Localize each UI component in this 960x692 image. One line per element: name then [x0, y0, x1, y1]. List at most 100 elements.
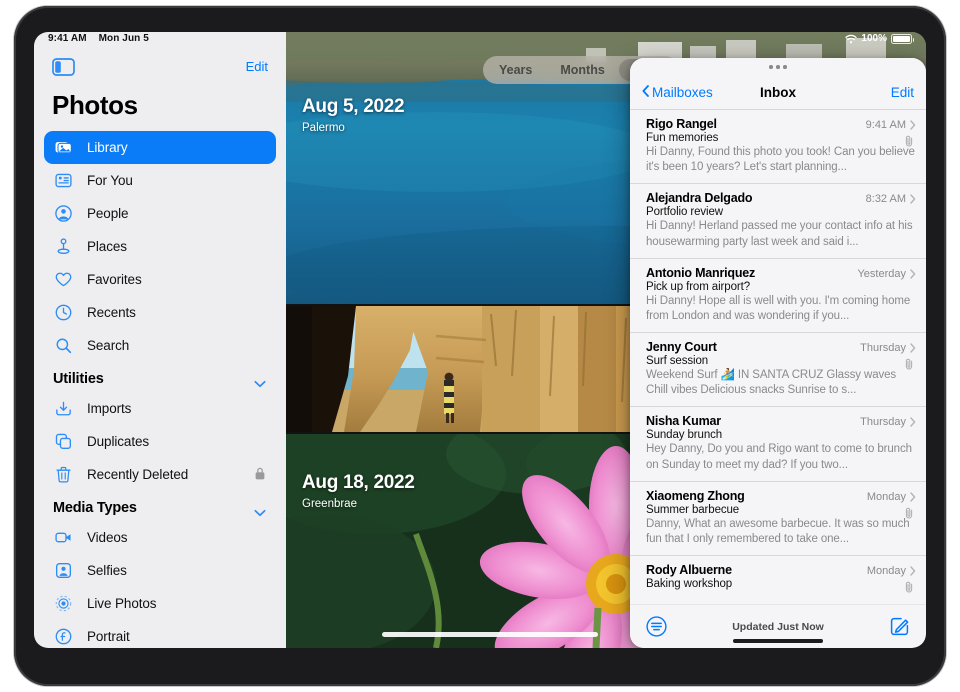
- sidebar-item-selfies[interactable]: Selfies: [44, 554, 276, 587]
- sidebar-item-live-photos[interactable]: Live Photos: [44, 587, 276, 620]
- mail-subject: Baking workshop: [646, 578, 916, 590]
- sidebar-item-for-you[interactable]: For You: [44, 164, 276, 197]
- sidebar-item-favorites[interactable]: Favorites: [44, 263, 276, 296]
- sidebar-item-label: People: [87, 206, 128, 221]
- lock-icon: [255, 467, 265, 480]
- sidebar-item-library[interactable]: Library: [44, 131, 276, 164]
- search-icon: [53, 336, 73, 356]
- sidebar-edit-button[interactable]: Edit: [246, 59, 268, 74]
- sidebar-section-utilities-header[interactable]: Utilities: [34, 362, 286, 392]
- sidebar-item-portrait[interactable]: Portrait: [44, 620, 276, 648]
- mail-edit-button[interactable]: Edit: [891, 85, 914, 100]
- chevron-right-icon: [910, 566, 916, 576]
- attachment-icon: [905, 134, 914, 146]
- screen: Edit Photos: [34, 32, 926, 648]
- sidebar-item-label: Recents: [87, 305, 136, 320]
- mail-subject: Sunday brunch: [646, 429, 916, 441]
- library-icon: [53, 138, 73, 158]
- home-indicator: [382, 632, 598, 637]
- sidebar-section-media-types-header[interactable]: Media Types: [34, 491, 286, 521]
- attachment-icon: [905, 580, 914, 592]
- mail-timestamp: Monday: [867, 491, 906, 503]
- mail-sender: Alejandra Delgado: [646, 191, 752, 205]
- places-pin-icon: [53, 237, 73, 257]
- mail-sender: Rigo Rangel: [646, 117, 717, 131]
- filter-icon[interactable]: [646, 616, 667, 637]
- chevron-down-icon[interactable]: [254, 504, 266, 512]
- mail-slide-over-panel[interactable]: Mailboxes Inbox Edit Rigo Rangel 9:41 AM: [630, 58, 926, 648]
- sidebar-item-places[interactable]: Places: [44, 230, 276, 263]
- sidebar-item-recents[interactable]: Recents: [44, 296, 276, 329]
- mail-sender: Rody Albuerne: [646, 563, 732, 577]
- mail-toolbar: Updated Just Now: [630, 604, 926, 648]
- chevron-right-icon: [910, 194, 916, 204]
- portrait-icon: [53, 627, 73, 647]
- mail-timestamp: Thursday: [860, 416, 906, 428]
- mail-list-item[interactable]: Rody Albuerne Monday Baking workshop: [630, 555, 926, 598]
- sidebar-item-label: Live Photos: [87, 596, 156, 611]
- chevron-right-icon: [910, 343, 916, 353]
- mail-timestamp: 8:32 AM: [866, 193, 906, 205]
- segment-years[interactable]: Years: [485, 59, 546, 81]
- mail-preview: Hey Danny, Do you and Rigo want to come …: [646, 442, 916, 472]
- mail-subject: Surf session: [646, 355, 916, 367]
- mail-list-item[interactable]: Xiaomeng Zhong Monday Summer barbecue Da…: [630, 481, 926, 555]
- segment-months[interactable]: Months: [546, 59, 618, 81]
- mail-list-item[interactable]: Jenny Court Thursday Surf session Weeken…: [630, 332, 926, 406]
- sidebar-media-types-list: Videos Selfies: [34, 521, 286, 648]
- mail-sender: Jenny Court: [646, 340, 717, 354]
- live-photo-icon: [53, 594, 73, 614]
- mail-list-item[interactable]: Nisha Kumar Thursday Sunday brunch Hey D…: [630, 406, 926, 480]
- chevron-down-icon[interactable]: [254, 375, 266, 383]
- sidebar-item-duplicates[interactable]: Duplicates: [44, 425, 276, 458]
- chevron-right-icon: [910, 417, 916, 427]
- screen-container: Edit Photos: [34, 32, 926, 648]
- compose-icon[interactable]: [889, 616, 910, 637]
- attachment-icon: [905, 357, 914, 369]
- sidebar-item-search[interactable]: Search: [44, 329, 276, 362]
- mail-list-item[interactable]: Rigo Rangel 9:41 AM Fun memories Hi Dann…: [630, 109, 926, 183]
- sidebar-item-label: Videos: [87, 530, 127, 545]
- sidebar-item-label: Search: [87, 338, 129, 353]
- ipad-device: Edit Photos: [0, 0, 960, 692]
- mail-message-list[interactable]: Rigo Rangel 9:41 AM Fun memories Hi Dann…: [630, 109, 926, 604]
- sidebar-item-imports[interactable]: Imports: [44, 392, 276, 425]
- mail-timestamp: 9:41 AM: [866, 119, 906, 131]
- mail-preview: Danny, What an awesome barbecue. It was …: [646, 517, 916, 547]
- mail-preview: Hi Danny! Herland passed me your contact…: [646, 219, 916, 249]
- for-you-icon: [53, 171, 73, 191]
- trash-icon: [53, 465, 73, 485]
- mail-timestamp: Yesterday: [857, 268, 906, 280]
- chevron-right-icon: [910, 269, 916, 279]
- chevron-right-icon: [910, 120, 916, 130]
- sidebar-item-recently-deleted[interactable]: Recently Deleted: [44, 458, 276, 491]
- sidebar-item-label: Library: [87, 140, 128, 155]
- page-title: Photos: [34, 80, 286, 131]
- sidebar-utilities-list: Imports Duplicates: [34, 392, 286, 491]
- sidebar-item-videos[interactable]: Videos: [44, 521, 276, 554]
- video-camera-icon: [53, 528, 73, 548]
- section-title: Media Types: [53, 500, 137, 516]
- mail-list-item[interactable]: Alejandra Delgado 8:32 AM Portfolio revi…: [630, 183, 926, 257]
- sidebar-item-label: Imports: [87, 401, 131, 416]
- people-icon: [53, 204, 73, 224]
- mail-home-indicator: [733, 639, 823, 644]
- mail-list-item[interactable]: Antonio Manriquez Yesterday Pick up from…: [630, 258, 926, 332]
- sidebar-item-label: Portrait: [87, 629, 130, 644]
- sidebar-toggle-icon[interactable]: [52, 58, 75, 76]
- drag-handle-icon[interactable]: [630, 58, 926, 76]
- mail-timestamp: Thursday: [860, 342, 906, 354]
- sidebar-item-label: Duplicates: [87, 434, 149, 449]
- device-bezel: Edit Photos: [14, 6, 946, 686]
- sidebar-item-label: Recently Deleted: [87, 467, 188, 482]
- sidebar-item-label: Favorites: [87, 272, 142, 287]
- photos-sidebar: Edit Photos: [34, 32, 286, 648]
- sidebar-item-people[interactable]: People: [44, 197, 276, 230]
- heart-icon: [53, 270, 73, 290]
- mail-sender: Xiaomeng Zhong: [646, 489, 745, 503]
- mail-status-text: Updated Just Now: [630, 621, 926, 633]
- mail-subject: Pick up from airport?: [646, 281, 916, 293]
- mail-subject: Fun memories: [646, 132, 916, 144]
- sidebar-item-label: For You: [87, 173, 133, 188]
- clock-icon: [53, 303, 73, 323]
